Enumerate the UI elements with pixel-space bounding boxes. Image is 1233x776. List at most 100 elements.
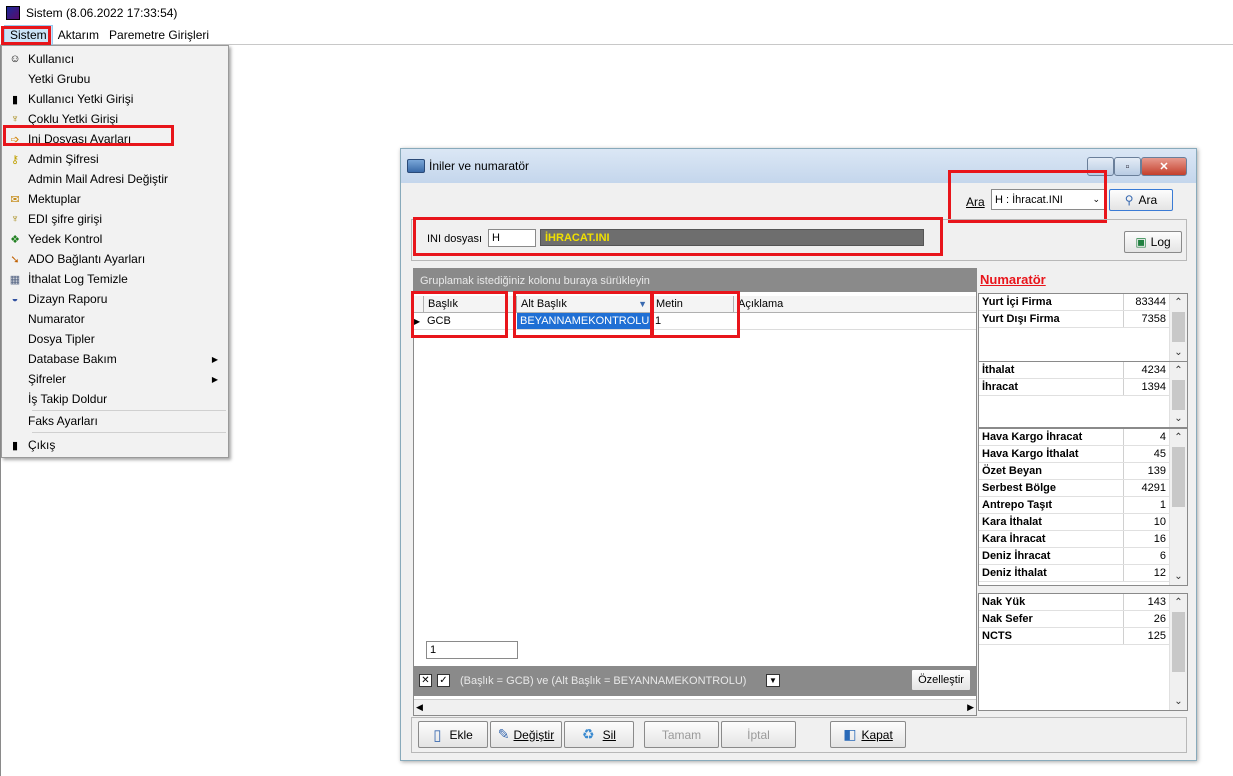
menuitem-kullanici-yetki-girisi[interactable]: ▮ Kullanıcı Yetki Girişi xyxy=(2,89,228,109)
scroll-up-icon[interactable]: ⌃ xyxy=(1170,294,1187,311)
cell-metin[interactable]: 1 xyxy=(652,313,734,330)
scroll-down-icon[interactable]: ⌄ xyxy=(1170,410,1187,427)
iptal-button[interactable]: İptal xyxy=(721,721,796,748)
scroll-up-icon[interactable]: ⌃ xyxy=(1170,429,1187,446)
ozellestir-button[interactable]: Özelleştir xyxy=(911,669,971,691)
degistir-button[interactable]: ✎ Değiştir xyxy=(490,721,562,748)
app-icon xyxy=(6,5,20,20)
scroll-up-icon[interactable]: ⌃ xyxy=(1170,594,1187,611)
maximize-button[interactable]: ▫ xyxy=(1114,157,1141,176)
menuitem-sifreler[interactable]: Şifreler ▶ xyxy=(2,369,228,389)
numarator-row[interactable]: Deniz İthalat 12 xyxy=(979,565,1169,582)
menuitem-numarator[interactable]: Numarator xyxy=(2,309,228,329)
row-indicator-header xyxy=(414,296,424,313)
numarator-row[interactable]: Yurt İçi Firma 83344 xyxy=(979,294,1169,311)
menuitem-kullanici[interactable]: ☺ Kullanıcı xyxy=(2,49,228,69)
vertical-scrollbar[interactable]: ⌃ ⌄ xyxy=(1169,294,1187,361)
menuitem-ithalat-log-temizle[interactable]: ▦ İthalat Log Temizle xyxy=(2,269,228,289)
ini-code-field[interactable]: H xyxy=(488,229,536,247)
col-header-aciklama[interactable]: Açıklama xyxy=(734,296,976,313)
numarator-row[interactable]: Serbest Bölge 4291 xyxy=(979,480,1169,497)
key-icon: ⚷ xyxy=(10,153,20,166)
numarator-row[interactable]: Kara İhracat 16 xyxy=(979,531,1169,548)
filter-text: (Başlık = GCB) ve (Alt Başlık = BEYANNAM… xyxy=(460,675,747,687)
cell-aciklama[interactable] xyxy=(734,313,976,330)
scroll-down-icon[interactable]: ⌄ xyxy=(1170,693,1187,710)
scroll-right-icon[interactable]: ▶ xyxy=(967,702,974,713)
clear-filter-icon[interactable]: ✕ xyxy=(419,674,432,687)
ini-select[interactable]: H : İhracat.INI ⌄ xyxy=(991,189,1105,210)
menuitem-admin-sifresi[interactable]: ⚷ Admin Şifresi xyxy=(2,149,228,169)
kapat-button[interactable]: ◧ Kapat xyxy=(830,721,906,748)
ekle-button[interactable]: ▯ Ekle xyxy=(418,721,488,748)
filter-dropdown-icon[interactable]: ▼ xyxy=(766,674,780,687)
ini-grid: Gruplamak istediğiniz kolonu buraya sürü… xyxy=(413,268,977,716)
numarator-group-tasima: Hava Kargo İhracat 4 Hava Kargo İthalat 45… xyxy=(978,428,1188,586)
menu-parametre-girisleri[interactable]: Paremetre Girişleri xyxy=(104,26,214,44)
vertical-scrollbar[interactable]: ⌃ ⌄ xyxy=(1169,594,1187,710)
row-indicator-icon: ▶ xyxy=(414,313,424,330)
menuitem-ado-baglanti[interactable]: ➘ ADO Bağlantı Ayarları xyxy=(2,249,228,269)
dialog-titlebar[interactable]: İniler ve numaratör xyxy=(401,149,1196,183)
menuitem-edi-sifre[interactable]: ♆ EDI şifre girişi xyxy=(2,209,228,229)
numarator-row[interactable]: Nak Sefer 26 xyxy=(979,611,1169,628)
menuitem-admin-mail[interactable]: Admin Mail Adresi Değiştir xyxy=(2,169,228,189)
col-header-alt-baslik[interactable]: Alt Başlık ▼ xyxy=(517,296,652,313)
numarator-group-ithalat-ihracat: İthalat 4234 İhracat 1394 ⌃ ⌄ xyxy=(978,361,1188,428)
numarator-row[interactable]: Hava Kargo İhracat 4 xyxy=(979,429,1169,446)
backup-icon: ❖ xyxy=(10,233,20,246)
col-header-baslik[interactable]: Başlık xyxy=(424,296,517,313)
menuitem-dizayn-raporu[interactable]: ◒ Dizayn Raporu xyxy=(2,289,228,309)
col-header-metin[interactable]: Metin xyxy=(652,296,734,313)
computer-icon xyxy=(407,159,425,173)
numarator-row[interactable]: Özet Beyan 139 xyxy=(979,463,1169,480)
numarator-row[interactable]: Kara İthalat 10 xyxy=(979,514,1169,531)
numarator-row[interactable]: Nak Yük 143 xyxy=(979,594,1169,611)
numarator-group-nakliye: Nak Yük 143 Nak Sefer 26 NCTS 125 ⌃ ⌄ xyxy=(978,593,1188,711)
log-icon: ▣ xyxy=(1135,235,1147,249)
record-count: 1 xyxy=(426,641,518,659)
menuitem-is-takip-doldur[interactable]: İş Takip Doldur xyxy=(2,389,228,409)
minimize-button[interactable]: ▁ xyxy=(1087,157,1114,176)
numarator-row[interactable]: Antrepo Taşıt 1 xyxy=(979,497,1169,514)
keys-icon: ♆ xyxy=(10,213,20,225)
menuitem-dosya-tipler[interactable]: Dosya Tipler xyxy=(2,329,228,349)
window-title: Sistem (8.06.2022 17:33:54) xyxy=(26,5,178,20)
numarator-row[interactable]: İthalat 4234 xyxy=(979,362,1169,379)
vertical-scrollbar[interactable]: ⌃ ⌄ xyxy=(1169,362,1187,427)
numarator-row[interactable]: Yurt Dışı Firma 7358 xyxy=(979,311,1169,328)
scroll-down-icon[interactable]: ⌄ xyxy=(1170,568,1187,585)
numarator-row[interactable]: Hava Kargo İthalat 45 xyxy=(979,446,1169,463)
menu-aktarim[interactable]: Aktarım xyxy=(53,26,104,44)
vertical-scrollbar[interactable]: ⌃ ⌄ xyxy=(1169,429,1187,585)
menu-separator xyxy=(32,432,226,433)
numarator-group-firma: Yurt İçi Firma 83344 Yurt Dışı Firma 7358 … xyxy=(978,293,1188,362)
close-button[interactable]: ✕ xyxy=(1141,157,1187,176)
menuitem-yetki-grubu[interactable]: Yetki Grubu xyxy=(2,69,228,89)
cell-alt-baslik[interactable]: BEYANNAMEKONTROLU xyxy=(517,313,652,330)
menuitem-cikis[interactable]: ▮ Çıkış xyxy=(2,435,228,455)
tamam-button[interactable]: Tamam xyxy=(644,721,719,748)
scroll-down-icon[interactable]: ⌄ xyxy=(1170,344,1187,361)
horizontal-scrollbar[interactable]: ◀ ▶ xyxy=(414,699,976,715)
menuitem-faks-ayarlari[interactable]: Faks Ayarları xyxy=(2,411,228,431)
scroll-up-icon[interactable]: ⌃ xyxy=(1170,362,1187,379)
menuitem-yedek-kontrol[interactable]: ❖ Yedek Kontrol xyxy=(2,229,228,249)
numarator-row[interactable]: NCTS 125 xyxy=(979,628,1169,645)
cell-baslik[interactable]: GCB xyxy=(424,313,517,330)
window-titlebar: Sistem (8.06.2022 17:33:54) xyxy=(0,0,1233,25)
numarator-row[interactable]: İhracat 1394 xyxy=(979,379,1169,396)
menuitem-coklu-yetki-girisi[interactable]: ♆ Çoklu Yetki Girişi xyxy=(2,109,228,129)
group-drop-area[interactable]: Gruplamak istediğiniz kolonu buraya sürü… xyxy=(414,269,976,292)
sil-button[interactable]: ♻ Sil xyxy=(564,721,634,748)
log-button[interactable]: ▣ Log xyxy=(1124,231,1182,253)
sistem-dropdown-menu: ☺ Kullanıcı Yetki Grubu ▮ Kullanıcı Yetk… xyxy=(1,45,229,458)
menuitem-ini-dosyasi-ayarlari[interactable]: ➩ Ini Dosyası Ayarları xyxy=(2,129,228,149)
filter-enabled-checkbox[interactable]: ✓ xyxy=(437,674,450,687)
menuitem-mektuplar[interactable]: ✉ Mektuplar xyxy=(2,189,228,209)
menuitem-database-bakim[interactable]: Database Bakım ▶ xyxy=(2,349,228,369)
ara-button[interactable]: ⚲ Ara xyxy=(1109,189,1173,211)
scroll-left-icon[interactable]: ◀ xyxy=(416,702,423,713)
numarator-row[interactable]: Deniz İhracat 6 xyxy=(979,548,1169,565)
menu-sistem[interactable]: Sistem xyxy=(4,24,53,45)
